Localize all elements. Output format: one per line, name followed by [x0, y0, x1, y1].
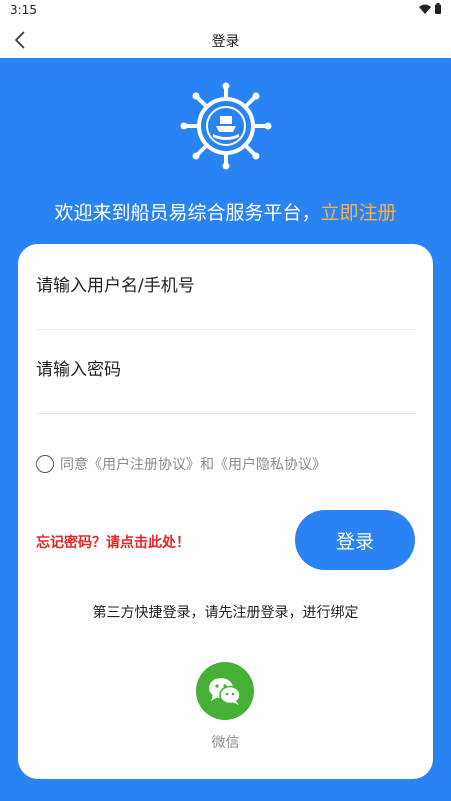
third-party-hint: 第三方快捷登录，请先注册登录，进行绑定 [92, 605, 359, 621]
forgot-password-link[interactable]: 忘记密码？请点击此处！ [36, 532, 190, 552]
ship-wheel-logo [180, 82, 272, 170]
agreement-prefix: 同意 [60, 457, 88, 473]
wechat-login-button[interactable] [196, 662, 254, 720]
page-title: 登录 [211, 34, 240, 50]
password-field [36, 330, 416, 414]
password-input[interactable] [36, 360, 416, 380]
login-button[interactable]: 登录 [295, 510, 415, 570]
login-card: 同意 《用户注册协议》 和 《用户隐私协议》 忘记密码？请点击此处！ 登录 第三… [18, 244, 433, 779]
privacy-policy-link[interactable]: 《用户隐私协议》 [214, 454, 326, 474]
welcome-message: 欢迎来到船员易综合服务平台，立即注册 [0, 198, 451, 225]
status-icons [419, 3, 441, 14]
user-agreement-link[interactable]: 《用户注册协议》 [88, 454, 200, 474]
nav-bar: 登录 [0, 22, 451, 58]
username-field [36, 246, 416, 330]
wifi-icon [419, 4, 431, 14]
agreement-radio[interactable] [36, 455, 54, 473]
battery-icon [435, 3, 441, 14]
agreement-conjunction: 和 [200, 457, 214, 473]
hero-section: 欢迎来到船员易综合服务平台，立即注册 同意 《用户注册协议》 和 《用户隐私协议… [0, 58, 451, 801]
register-link[interactable]: 立即注册 [321, 202, 397, 224]
welcome-text: 欢迎来到船员易综合服务平台， [54, 202, 321, 224]
status-time: 3:15 [10, 3, 37, 17]
agreement-row: 同意 《用户注册协议》 和 《用户隐私协议》 [36, 454, 326, 474]
status-bar: 3:15 [0, 0, 451, 22]
wechat-label: 微信 [211, 735, 240, 751]
wechat-icon [209, 678, 241, 705]
username-input[interactable] [36, 276, 416, 296]
